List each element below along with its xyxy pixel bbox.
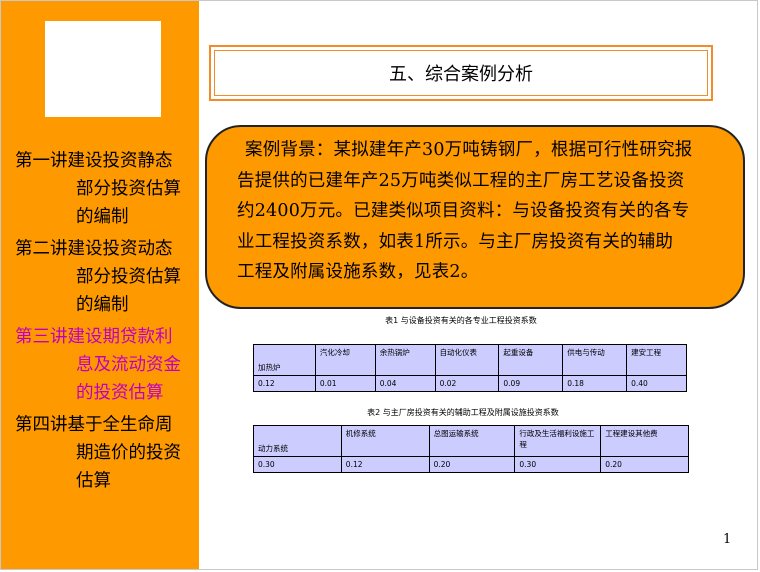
page-number: 1	[723, 532, 732, 547]
table1-value-cell: 0.12	[253, 375, 316, 392]
table1-value-cell: 0.40	[626, 375, 687, 392]
table2-value-cell: 0.12	[340, 456, 430, 473]
nav-item-line: 估算	[76, 471, 111, 491]
slide: 第一讲建设投资静态 部分投资估算 的编制 第二讲建设投资动态 部分投资估算 的编…	[0, 0, 758, 570]
nav-item-line: 部分投资估算	[76, 179, 181, 199]
table1-value-cell: 0.18	[562, 375, 628, 392]
table1: 加热炉 汽化冷却 余热锅炉 自动化仪表 起重设备 供电与传动 建安工程 0.12…	[253, 344, 687, 392]
case-background-line: 工程及附属设施系数，见表2。	[237, 262, 479, 282]
lecture-nav: 第一讲建设投资静态 部分投资估算 的编制 第二讲建设投资动态 部分投资估算 的编…	[15, 147, 195, 499]
slide-title: 五、综合案例分析	[214, 50, 708, 96]
case-background-line: 业工程投资系数，如表1所示。与主厂房投资有关的辅助	[237, 231, 674, 252]
table2-value-cell: 0.30	[253, 456, 342, 473]
table1-header-cell: 供电与传动	[562, 344, 628, 376]
case-background-text: 案例背景：某拟建年产30万吨铸钢厂，根据可行性研究报 告提供的已建年产25万吨类…	[237, 135, 727, 288]
nav-item-lecture-4[interactable]: 第四讲基于全生命周 期造价的投资 估算	[15, 411, 195, 495]
table2: 动力系统 机修系统 总图运输系统 行政及生活福利设施工程 工程建设其他费 0.3…	[253, 425, 689, 473]
nav-item-line: 期造价的投资	[76, 443, 181, 463]
logo-placeholder	[45, 21, 161, 117]
case-background-line: 约2400万元。已建类似项目资料：与设备投资有关的各专	[237, 201, 690, 221]
sidebar: 第一讲建设投资静态 部分投资估算 的编制 第二讲建设投资动态 部分投资估算 的编…	[1, 1, 199, 569]
table2-value-cell: 0.20	[600, 456, 689, 473]
table2-header-cell: 行政及生活福利设施工程	[514, 425, 602, 457]
nav-item-line: 部分投资估算	[76, 267, 181, 287]
table2-header-cell: 机修系统	[340, 425, 430, 457]
table1-header-row: 加热炉 汽化冷却 余热锅炉 自动化仪表 起重设备 供电与传动 建安工程	[253, 344, 687, 376]
table1-header-cell: 加热炉	[253, 344, 316, 376]
nav-item-lecture-1[interactable]: 第一讲建设投资静态 部分投资估算 的编制	[15, 147, 195, 231]
table2-header-row: 动力系统 机修系统 总图运输系统 行政及生活福利设施工程 工程建设其他费	[253, 425, 689, 457]
table1-value-cell: 0.09	[498, 375, 564, 392]
table1-value-cell: 0.04	[374, 375, 436, 392]
case-background-line: 案例背景：某拟建年产30万吨铸钢厂，根据可行性研究报	[245, 140, 693, 160]
table1-value-row: 0.12 0.01 0.04 0.02 0.09 0.18 0.40	[253, 375, 687, 392]
nav-item-lecture-3[interactable]: 第三讲建设期贷款利 息及流动资金 的投资估算	[15, 323, 195, 407]
nav-item-line: 第二讲建设投资动态	[15, 239, 173, 259]
table2-header-cell: 总图运输系统	[428, 425, 516, 457]
table2-value-cell: 0.20	[428, 456, 516, 473]
table2-header-cell: 工程建设其他费	[600, 425, 689, 457]
table1-header-cell: 余热锅炉	[374, 344, 436, 376]
case-background-line: 告提供的已建年产25万吨类似工程的主厂房工艺设备投资	[237, 170, 685, 191]
nav-item-line: 的编制	[76, 295, 129, 315]
slide-title-box: 五、综合案例分析	[209, 45, 713, 101]
table1-header-cell: 自动化仪表	[434, 344, 500, 376]
nav-item-lecture-2[interactable]: 第二讲建设投资动态 部分投资估算 的编制	[15, 235, 195, 319]
table1-header-cell: 汽化冷却	[314, 344, 376, 376]
case-background-callout: 案例背景：某拟建年产30万吨铸钢厂，根据可行性研究报 告提供的已建年产25万吨类…	[205, 125, 745, 309]
nav-item-line: 第三讲建设期贷款利	[15, 327, 173, 347]
nav-item-line: 第一讲建设投资静态	[15, 151, 173, 171]
nav-item-line: 第四讲基于全生命周	[15, 415, 173, 435]
table2-value-row: 0.30 0.12 0.20 0.30 0.20	[253, 456, 689, 473]
table1-caption: 表1 与设备投资有关的各专业工程投资系数	[385, 316, 537, 325]
nav-item-line: 的编制	[76, 207, 129, 227]
table1-value-cell: 0.02	[434, 375, 500, 392]
table2-header-cell: 动力系统	[253, 425, 342, 457]
nav-item-line: 息及流动资金	[76, 355, 181, 375]
table2-value-cell: 0.30	[514, 456, 602, 473]
table1-header-cell: 建安工程	[626, 344, 687, 376]
table2-caption: 表2 与主厂房投资有关的辅助工程及附属设施投资系数	[367, 408, 559, 417]
nav-item-line: 的投资估算	[76, 383, 164, 403]
table1-header-cell: 起重设备	[498, 344, 564, 376]
table1-value-cell: 0.01	[314, 375, 376, 392]
